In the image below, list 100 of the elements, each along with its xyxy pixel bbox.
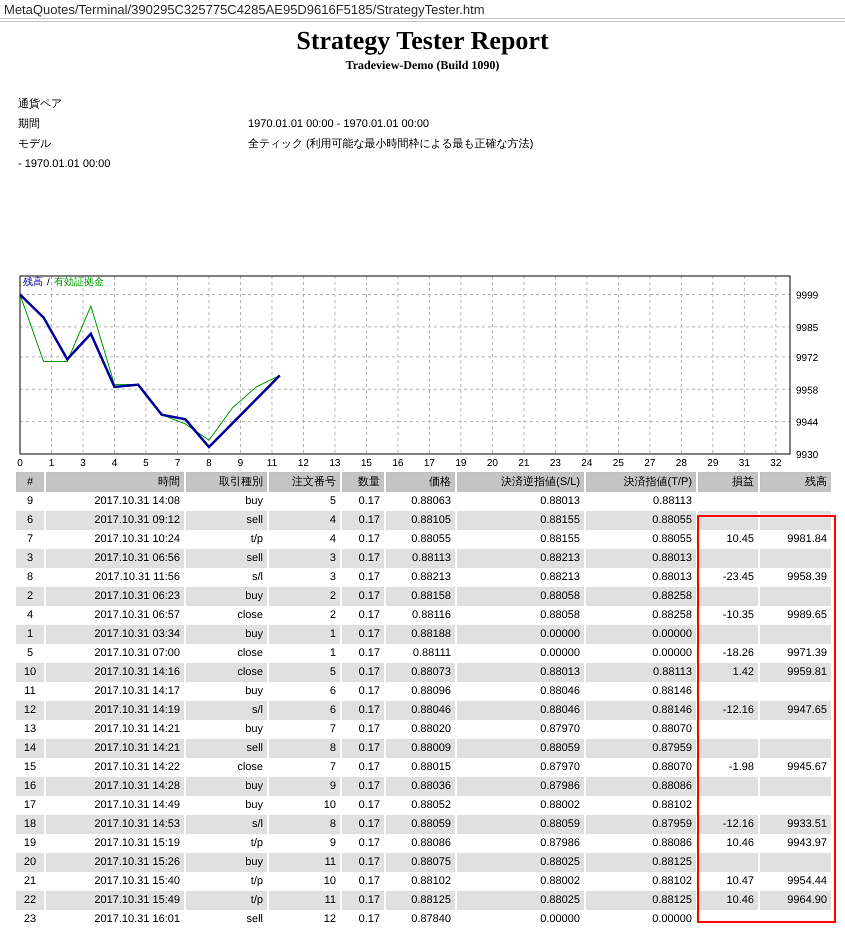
table-cell: 0.17 xyxy=(342,663,384,682)
table-cell: 0.88059 xyxy=(386,815,455,834)
x-tick-label: 9 xyxy=(238,458,244,469)
x-tick-label: 7 xyxy=(174,458,180,469)
x-tick-label: 28 xyxy=(676,458,687,469)
table-cell: 0.88188 xyxy=(386,625,455,644)
x-tick-label: 31 xyxy=(738,458,750,469)
table-cell xyxy=(760,549,831,568)
table-cell: 10.46 xyxy=(698,891,758,910)
table-cell: 8 xyxy=(269,739,340,758)
table-cell: 1 xyxy=(269,625,340,644)
table-cell: 9947.65 xyxy=(760,701,831,720)
table-cell: 0.88258 xyxy=(586,587,696,606)
table-cell xyxy=(698,625,758,644)
table-cell: 0.88055 xyxy=(586,511,696,530)
x-tick-label: 25 xyxy=(612,458,624,469)
table-cell: 0.88113 xyxy=(386,549,455,568)
table-cell: 16 xyxy=(16,777,44,796)
table-cell: 0.88059 xyxy=(457,815,584,834)
table-cell: 2017.10.31 14:16 xyxy=(46,663,184,682)
table-cell: 0.88158 xyxy=(386,587,455,606)
x-tick-label: 15 xyxy=(360,458,372,469)
table-cell: 2017.10.31 14:28 xyxy=(46,777,184,796)
table-cell: 6 xyxy=(16,511,44,530)
table-cell: 0.17 xyxy=(342,549,384,568)
table-cell: 0.88025 xyxy=(457,853,584,872)
table-cell: buy xyxy=(186,587,267,606)
table-cell xyxy=(698,739,758,758)
table-cell xyxy=(698,587,758,606)
table-cell: 0.88146 xyxy=(586,701,696,720)
table-cell xyxy=(760,777,831,796)
table-cell: 22 xyxy=(16,891,44,910)
x-tick-label: 11 xyxy=(266,458,278,469)
x-tick-label: 1 xyxy=(48,458,54,469)
table-cell: 0.17 xyxy=(342,587,384,606)
table-cell: -12.16 xyxy=(698,815,758,834)
table-cell xyxy=(698,853,758,872)
report-title: Strategy Tester Report xyxy=(296,26,549,56)
table-cell: sell xyxy=(186,739,267,758)
table-cell: 11 xyxy=(269,891,340,910)
table-cell: 0.17 xyxy=(342,739,384,758)
column-header: 残高 xyxy=(760,472,831,492)
file-path: MetaQuotes/Terminal/390295C325775C4285AE95D9616F5185/StrategyTester.htm xyxy=(4,2,485,16)
x-tick-label: 24 xyxy=(581,458,592,469)
column-header: 数量 xyxy=(342,472,384,492)
table-cell: 6 xyxy=(269,701,340,720)
table-cell: 2017.10.31 06:56 xyxy=(46,549,184,568)
x-tick-label: 20 xyxy=(486,458,498,469)
x-tick-label: 19 xyxy=(455,458,466,469)
column-header: # xyxy=(16,472,44,492)
y-tick-label: 9972 xyxy=(796,352,818,364)
table-cell: 0.17 xyxy=(342,853,384,872)
table-cell xyxy=(760,739,831,758)
table-cell: 0.00000 xyxy=(586,625,696,644)
table-cell: 2017.10.31 15:49 xyxy=(46,891,184,910)
table-cell: 0.17 xyxy=(342,625,384,644)
table-cell: 0.17 xyxy=(342,701,384,720)
legend-separator: / xyxy=(47,278,50,288)
table-cell xyxy=(760,853,831,872)
table-cell: 10 xyxy=(16,663,44,682)
table-cell: 9964.90 xyxy=(760,891,831,910)
column-header: 決済逆指値(S/L) xyxy=(457,472,584,492)
column-header: 時間 xyxy=(46,472,184,492)
x-tick-label: 12 xyxy=(298,458,309,469)
table-cell: -12.16 xyxy=(698,701,758,720)
table-cell: 3 xyxy=(269,549,340,568)
table-cell: 2017.10.31 14:19 xyxy=(46,701,184,720)
table-cell: s/l xyxy=(186,701,267,720)
x-tick-label: 23 xyxy=(550,458,561,469)
table-cell: 0.88046 xyxy=(457,701,584,720)
table-cell: 11 xyxy=(269,853,340,872)
table-cell: 0.88113 xyxy=(586,663,696,682)
table-cell: 0.88013 xyxy=(586,549,696,568)
table-cell: 14 xyxy=(16,739,44,758)
table-cell: 2017.10.31 09:12 xyxy=(46,511,184,530)
x-tick-label: 0 xyxy=(17,458,23,469)
table-cell: 0.88105 xyxy=(386,511,455,530)
table-cell: 0.88025 xyxy=(457,891,584,910)
table-cell: 1 xyxy=(16,625,44,644)
x-tick-label: 13 xyxy=(329,458,340,469)
report-subtitle: Tradeview-Demo (Build 1090) xyxy=(346,57,500,74)
table-cell: 2017.10.31 15:26 xyxy=(46,853,184,872)
table-cell: 3 xyxy=(16,549,44,568)
y-tick-label: 9958 xyxy=(796,385,818,396)
table-cell: buy xyxy=(186,625,267,644)
table-cell xyxy=(698,777,758,796)
table-cell: 0.88073 xyxy=(386,663,455,682)
info-label: - 1970.01.01 00:00 xyxy=(18,156,112,172)
table-cell: 0.88213 xyxy=(457,549,584,568)
y-tick-label: 9999 xyxy=(796,290,818,302)
table-cell: 0.88155 xyxy=(457,511,584,530)
table-cell: 2017.10.31 14:53 xyxy=(46,815,184,834)
x-tick-label: 17 xyxy=(424,458,435,469)
table-cell: t/p xyxy=(186,891,267,910)
table-cell: 12 xyxy=(16,701,44,720)
column-header: 取引種別 xyxy=(186,472,267,492)
table-cell: 0.88075 xyxy=(386,853,455,872)
table-cell: 0.88036 xyxy=(386,777,455,796)
table-cell: 9959.81 xyxy=(760,663,831,682)
column-header: 損益 xyxy=(698,472,758,492)
